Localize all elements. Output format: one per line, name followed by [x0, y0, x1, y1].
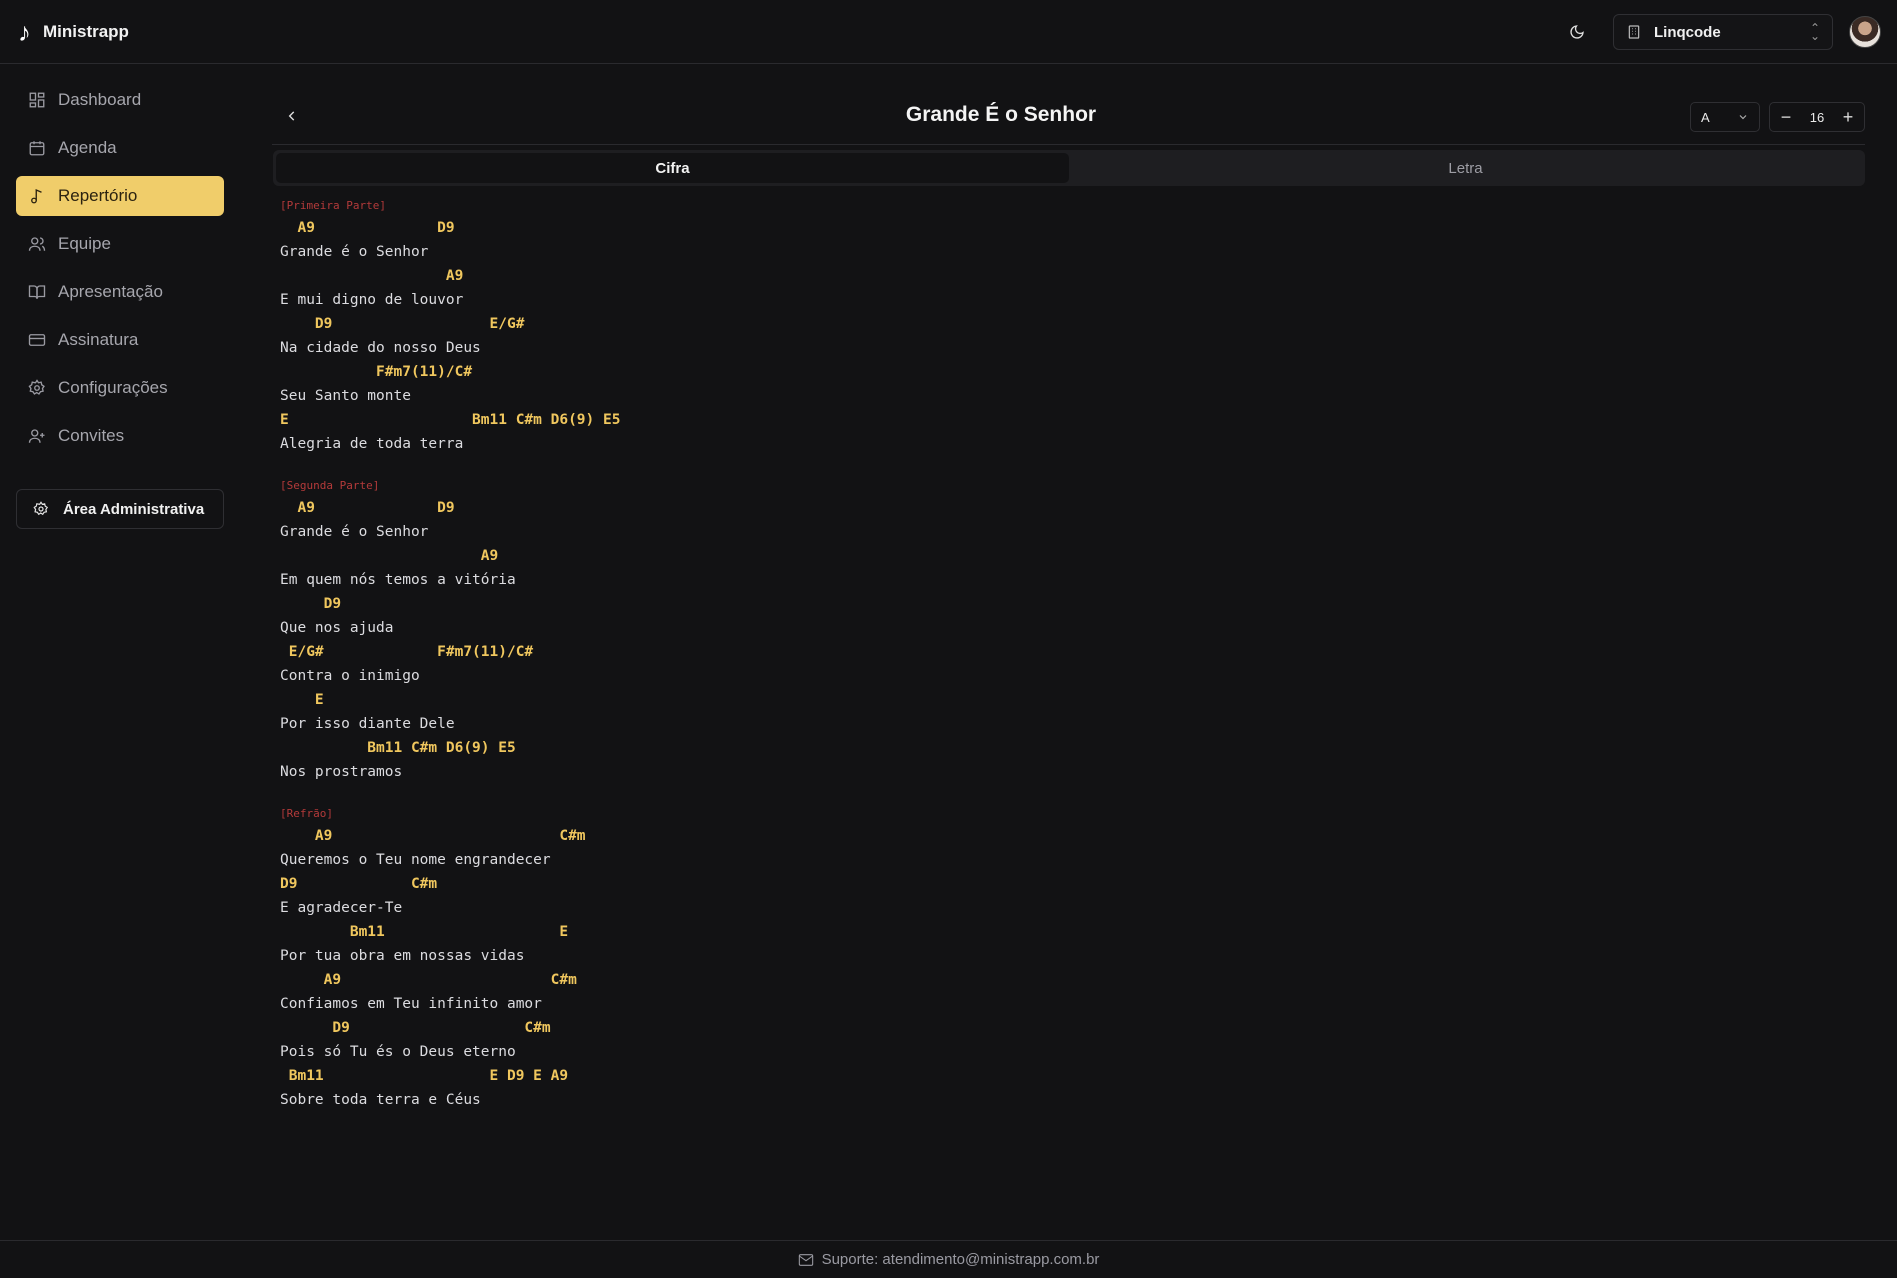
minus-icon[interactable]: − [1778, 108, 1794, 126]
sidebar-item-label: Agenda [58, 138, 117, 157]
chord-line: D9 C#m [280, 1020, 551, 1036]
lyric-line: Contra o inimigo [280, 668, 420, 684]
lyric-line: Pois só Tu és o Deus eterno [280, 1044, 516, 1060]
credit-card-icon [28, 334, 46, 346]
song-section: [Primeira Parte] A9 D9 Grande é o Senhor … [280, 196, 620, 456]
user-avatar[interactable] [1849, 16, 1881, 48]
chord-line: F#m7(11)/C# [280, 364, 473, 380]
sidebar-item-convites[interactable]: Convites [16, 416, 224, 456]
key-select[interactable]: A [1690, 102, 1760, 132]
lyric-line: Grande é o Senhor [280, 524, 429, 540]
lyric-line: Sobre toda terra e Céus [280, 1092, 481, 1108]
top-bar: ♪ Ministrapp Linqcode ⌃ ⌄ [0, 0, 1897, 64]
chord-line: E [280, 692, 324, 708]
sidebar-item-label: Configurações [58, 378, 168, 397]
back-button[interactable] [280, 104, 304, 128]
admin-area-button[interactable]: Área Administrativa [16, 489, 224, 529]
font-size-stepper[interactable]: − 16 + [1769, 102, 1865, 132]
lyric-line: Confiamos em Teu infinito amor [280, 996, 542, 1012]
dark-mode-toggle[interactable] [1565, 20, 1589, 44]
chord-line: A9 D9 [280, 220, 455, 236]
divider [272, 144, 1865, 145]
lyric-line: E agradecer-Te [280, 900, 403, 916]
lyric-line: Seu Santo monte [280, 388, 411, 404]
chord-line: Bm11 E [280, 924, 569, 940]
moon-icon [1570, 25, 1584, 39]
lyric-line: Em quem nós temos a vitória [280, 572, 516, 588]
workspace-selector[interactable]: Linqcode ⌃ ⌄ [1613, 14, 1833, 50]
chord-line: E Bm11 C#m D6(9) E5 [280, 412, 621, 428]
music-note-icon [31, 188, 42, 204]
section-label: [Segunda Parte] [280, 479, 380, 492]
section-label: [Primeira Parte] [280, 199, 386, 212]
sidebar-item-configuracoes[interactable]: Configurações [16, 368, 224, 408]
chord-sheet: [Primeira Parte] A9 D9 Grande é o Senhor … [280, 196, 620, 1132]
chord-line: Bm11 C#m D6(9) E5 [280, 740, 516, 756]
sidebar-item-label: Convites [58, 426, 125, 445]
lyric-line: Por isso diante Dele [280, 716, 455, 732]
lyric-line: Alegria de toda terra [280, 436, 464, 452]
lyric-line: Na cidade do nosso Deus [280, 340, 481, 356]
song-section: [Refrão] A9 C#m Queremos o Teu nome engra… [280, 804, 620, 1112]
chevron-left-icon [288, 111, 295, 121]
sidebar-item-label: Assinatura [58, 330, 139, 349]
key-value: A [1701, 109, 1710, 125]
sidebar-item-apresentacao[interactable]: Apresentação [16, 272, 224, 312]
users-icon [28, 237, 46, 251]
mail-icon [798, 1253, 813, 1266]
sidebar-item-agenda[interactable]: Agenda [16, 128, 224, 168]
chord-line: D9 [280, 596, 342, 612]
book-icon [28, 285, 46, 299]
lyric-line: Que nos ajuda [280, 620, 394, 636]
sidebar-item-label: Repertório [58, 186, 138, 205]
sidebar-item-dashboard[interactable]: Dashboard [16, 80, 224, 120]
chevron-down-icon [1739, 115, 1747, 120]
footer: Suporte: atendimento@ministrapp.com.br [0, 1240, 1897, 1278]
section-label: [Refrão] [280, 807, 333, 820]
support-contact[interactable]: Suporte: atendimento@ministrapp.com.br [822, 1251, 1100, 1268]
chevrons-up-down-icon: ⌃ ⌄ [1809, 20, 1820, 43]
tab-letra[interactable]: Letra [1069, 153, 1862, 183]
sidebar-item-assinatura[interactable]: Assinatura [16, 320, 224, 360]
gear-icon [33, 501, 49, 516]
brand[interactable]: ♪ Ministrapp [18, 19, 129, 45]
view-tabs: Cifra Letra [273, 150, 1865, 186]
sidebar-item-label: Apresentação [58, 282, 163, 301]
sidebar-item-repertorio[interactable]: Repertório [16, 176, 224, 216]
chord-line: A9 [280, 548, 499, 564]
plus-icon[interactable]: + [1840, 108, 1856, 126]
building-icon [1628, 25, 1640, 39]
lyric-line: Por tua obra em nossas vidas [280, 948, 525, 964]
chord-line: A9 C#m [280, 828, 586, 844]
calendar-icon [29, 141, 45, 156]
sidebar-item-equipe[interactable]: Equipe [16, 224, 224, 264]
font-size-value: 16 [1809, 109, 1825, 125]
chord-line: D9 E/G# [280, 316, 525, 332]
chord-line: D9 C#m [280, 876, 438, 892]
chord-line: Bm11 E D9 E A9 [280, 1068, 569, 1084]
sidebar-item-label: Dashboard [58, 90, 142, 109]
tab-cifra[interactable]: Cifra [276, 153, 1069, 183]
chord-line: A9 [280, 268, 464, 284]
user-plus-icon [28, 429, 45, 443]
music-note-logo-icon: ♪ [18, 16, 31, 47]
dashboard-icon [29, 92, 45, 108]
chord-line: A9 D9 [280, 500, 455, 516]
chord-line: A9 C#m [280, 972, 577, 988]
lyric-line: Grande é o Senhor [280, 244, 429, 260]
chord-line: E/G# F#m7(11)/C# [280, 644, 534, 660]
lyric-line: Nos prostramos [280, 764, 403, 780]
lyric-line: E mui digno de louvor [280, 292, 464, 308]
gear-icon [28, 379, 45, 395]
app-name: Ministrapp [43, 21, 129, 41]
sidebar-item-label: Equipe [58, 234, 111, 253]
song-title: Grande É o Senhor [905, 103, 1097, 126]
workspace-name: Linqcode [1654, 23, 1721, 41]
admin-area-label: Área Administrativa [63, 500, 205, 518]
lyric-line: Queremos o Teu nome engrandecer [280, 852, 551, 868]
song-section: [Segunda Parte] A9 D9 Grande é o Senhor A… [280, 476, 620, 784]
